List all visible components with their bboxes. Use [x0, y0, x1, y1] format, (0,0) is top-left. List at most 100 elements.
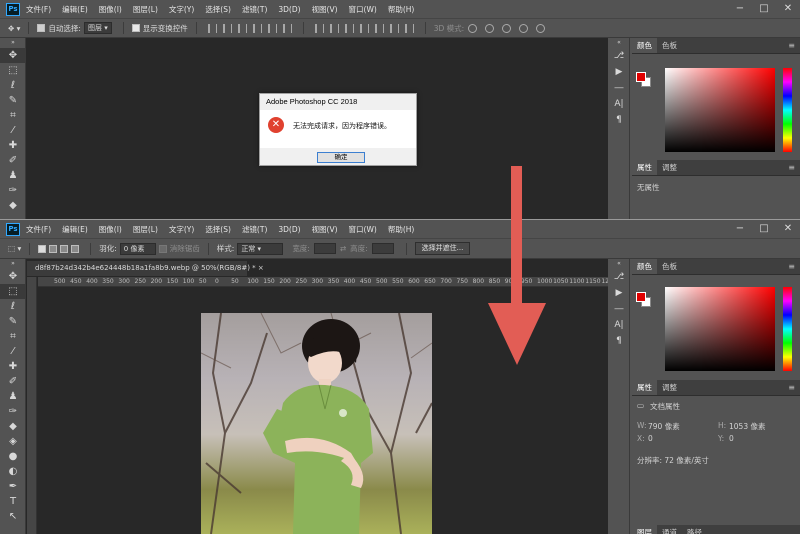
- menu-view[interactable]: 视图(V): [312, 4, 338, 15]
- tab-properties[interactable]: 属性: [632, 380, 657, 395]
- close-button[interactable]: ✕: [776, 0, 800, 18]
- show-transform-checkbox[interactable]: [131, 24, 140, 32]
- swap-icon[interactable]: ⇄: [340, 244, 346, 253]
- collapse-icon[interactable]: »: [0, 38, 26, 48]
- history-icon[interactable]: ⎇: [608, 269, 630, 285]
- panel-menu-icon[interactable]: ≡: [783, 259, 800, 274]
- menu-window[interactable]: 窗口(W): [349, 4, 377, 15]
- marquee-preset-icon[interactable]: ⬚ ▾: [8, 244, 21, 253]
- document-tab[interactable]: d8f87b24d342b4e624448b18a1fa8b9.webp @ 5…: [27, 261, 264, 276]
- move-tool-icon[interactable]: ✥: [0, 48, 26, 63]
- collapse-icon[interactable]: «: [608, 38, 630, 48]
- history-brush-tool-icon[interactable]: ✑: [0, 404, 26, 419]
- character-icon[interactable]: A|: [608, 317, 630, 333]
- quick-select-tool-icon[interactable]: ✎: [0, 314, 26, 329]
- color-picker-field[interactable]: [665, 68, 775, 152]
- blur-tool-icon[interactable]: ●: [0, 449, 26, 464]
- distribute-middle-icon[interactable]: [329, 23, 339, 33]
- width-value[interactable]: 790 像素: [648, 421, 680, 432]
- history-icon[interactable]: ⎇: [608, 48, 630, 64]
- new-selection-icon[interactable]: [38, 244, 47, 253]
- 3d-scale-icon[interactable]: [536, 23, 546, 33]
- auto-select-checkbox[interactable]: [37, 24, 46, 32]
- distribute-right-icon[interactable]: [389, 23, 399, 33]
- panel-menu-icon[interactable]: ≡: [783, 38, 800, 53]
- align-right-icon[interactable]: [237, 23, 247, 33]
- menu-type[interactable]: 文字(Y): [169, 4, 194, 15]
- panel-menu-icon[interactable]: ≡: [783, 380, 800, 395]
- pen-tool-icon[interactable]: ✒: [0, 479, 26, 494]
- menu-3d[interactable]: 3D(D): [278, 225, 300, 234]
- paint-bucket-tool-icon[interactable]: ◈: [0, 434, 26, 449]
- paragraph-icon[interactable]: ¶: [608, 333, 630, 349]
- y-value[interactable]: 0: [729, 434, 734, 443]
- align-bottom-icon[interactable]: [282, 23, 292, 33]
- menu-type[interactable]: 文字(Y): [169, 224, 194, 235]
- type-tool-icon[interactable]: T: [0, 494, 26, 509]
- distribute-top-icon[interactable]: [314, 23, 324, 33]
- style-dropdown[interactable]: 正常 ▾: [237, 242, 284, 255]
- move-tool-icon[interactable]: ✥ ▾: [8, 24, 20, 33]
- tab-color[interactable]: 颜色: [632, 38, 657, 53]
- brush-tool-icon[interactable]: ✐: [0, 374, 26, 389]
- tab-layers[interactable]: 图层: [632, 525, 657, 534]
- collapse-icon[interactable]: «: [608, 259, 630, 269]
- lasso-tool-icon[interactable]: ℓ: [0, 299, 26, 314]
- intersect-selection-icon[interactable]: [71, 244, 80, 253]
- crop-tool-icon[interactable]: ⌗: [0, 108, 26, 123]
- menu-image[interactable]: 图像(I): [99, 224, 122, 235]
- hue-slider[interactable]: [783, 287, 792, 371]
- dodge-tool-icon[interactable]: ◐: [0, 464, 26, 479]
- align-middle-icon[interactable]: [267, 23, 277, 33]
- 3d-orbit-icon[interactable]: [468, 23, 478, 33]
- distribute-center-icon[interactable]: [374, 23, 384, 33]
- tab-adjustments[interactable]: 调整: [657, 160, 682, 175]
- auto-select-dropdown[interactable]: 图层 ▾: [83, 22, 112, 34]
- lasso-tool-icon[interactable]: ℓ: [0, 78, 26, 93]
- eyedropper-tool-icon[interactable]: ⁄: [0, 344, 26, 359]
- tab-adjustments[interactable]: 调整: [657, 380, 682, 395]
- tab-paths[interactable]: 路径: [682, 525, 707, 534]
- marquee-tool-icon[interactable]: ⬚: [0, 284, 26, 299]
- stamp-tool-icon[interactable]: ♟: [0, 389, 26, 404]
- quick-select-tool-icon[interactable]: ✎: [0, 93, 26, 108]
- menu-help[interactable]: 帮助(H): [388, 4, 415, 15]
- stamp-tool-icon[interactable]: ♟: [0, 168, 26, 183]
- paragraph-icon[interactable]: ¶: [608, 112, 630, 128]
- foreground-color-swatch[interactable]: [636, 72, 646, 82]
- eraser-tool-icon[interactable]: ◆: [0, 198, 26, 213]
- menu-filter[interactable]: 滤镜(T): [242, 224, 267, 235]
- actions-icon[interactable]: ▶: [608, 285, 630, 301]
- menu-filter[interactable]: 滤镜(T): [242, 4, 267, 15]
- menu-select[interactable]: 选择(S): [205, 224, 231, 235]
- ok-button[interactable]: 确定: [317, 152, 365, 163]
- add-selection-icon[interactable]: [49, 244, 58, 253]
- menu-edit[interactable]: 编辑(E): [62, 224, 88, 235]
- menu-layer[interactable]: 图层(L): [133, 224, 158, 235]
- menu-select[interactable]: 选择(S): [205, 4, 231, 15]
- minimize-button[interactable]: −: [728, 0, 752, 18]
- antialias-checkbox[interactable]: [158, 244, 167, 253]
- healing-brush-tool-icon[interactable]: ✚: [0, 138, 26, 153]
- subtract-selection-icon[interactable]: [60, 244, 69, 253]
- tab-swatches[interactable]: 色板: [657, 38, 682, 53]
- collapse-icon[interactable]: »: [0, 259, 26, 269]
- menu-help[interactable]: 帮助(H): [388, 224, 415, 235]
- color-picker-field[interactable]: [665, 287, 775, 371]
- tab-color[interactable]: 颜色: [632, 259, 657, 274]
- canvas-photo[interactable]: [201, 313, 432, 534]
- width-input[interactable]: [313, 243, 336, 254]
- path-select-tool-icon[interactable]: ↖: [0, 509, 26, 524]
- crop-tool-icon[interactable]: ⌗: [0, 329, 26, 344]
- history-brush-tool-icon[interactable]: ✑: [0, 183, 26, 198]
- menu-edit[interactable]: 编辑(E): [62, 4, 88, 15]
- menu-file[interactable]: 文件(F): [26, 4, 51, 15]
- align-left-icon[interactable]: [207, 23, 217, 33]
- tab-channels[interactable]: 通道: [657, 525, 682, 534]
- marquee-tool-icon[interactable]: ⬚: [0, 63, 26, 78]
- distribute-bottom-icon[interactable]: [344, 23, 354, 33]
- menu-layer[interactable]: 图层(L): [133, 4, 158, 15]
- select-and-mask-button[interactable]: 选择并遮住...: [414, 242, 471, 255]
- character-icon[interactable]: A|: [608, 96, 630, 112]
- align-center-icon[interactable]: [222, 23, 232, 33]
